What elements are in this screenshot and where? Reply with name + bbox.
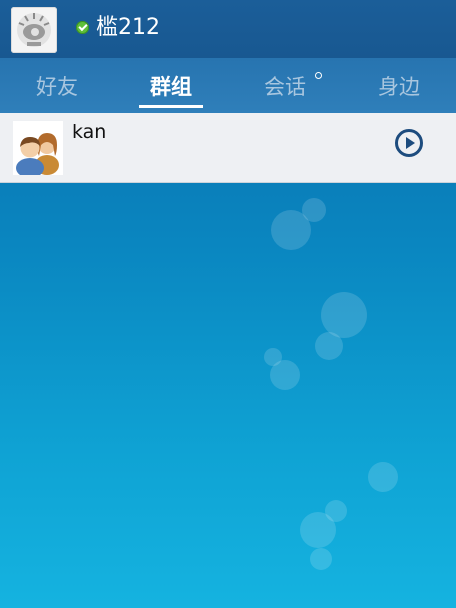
tab-bar: 好友 群组 会话 身边 [0, 58, 456, 113]
tab-friends[interactable]: 好友 [0, 58, 114, 113]
bokeh-bubble [368, 462, 398, 492]
user-avatar[interactable] [11, 7, 57, 53]
tab-label: 会话 [264, 74, 306, 99]
tab-label: 群组 [150, 74, 192, 99]
username: 槛212 [96, 15, 160, 40]
notification-dot-icon [315, 72, 322, 79]
tab-conversations[interactable]: 会话 [228, 58, 342, 113]
tab-label: 身边 [378, 74, 420, 99]
list-item[interactable]: kan [0, 113, 456, 183]
top-header: 槛212 [0, 0, 456, 58]
group-people-icon [13, 121, 63, 178]
tab-nearby[interactable]: 身边 [342, 58, 456, 113]
bokeh-bubble [315, 332, 343, 360]
play-arrow-icon[interactable] [395, 129, 423, 157]
sina-eye-logo-icon [17, 13, 51, 47]
tab-groups[interactable]: 群组 [114, 58, 228, 113]
bokeh-bubble [302, 198, 326, 222]
bokeh-bubble [264, 348, 282, 366]
bokeh-bubble [325, 500, 347, 522]
group-name: kan [72, 121, 107, 143]
tab-label: 好友 [36, 74, 78, 99]
bokeh-bubble [310, 548, 332, 570]
online-check-icon [76, 21, 89, 34]
